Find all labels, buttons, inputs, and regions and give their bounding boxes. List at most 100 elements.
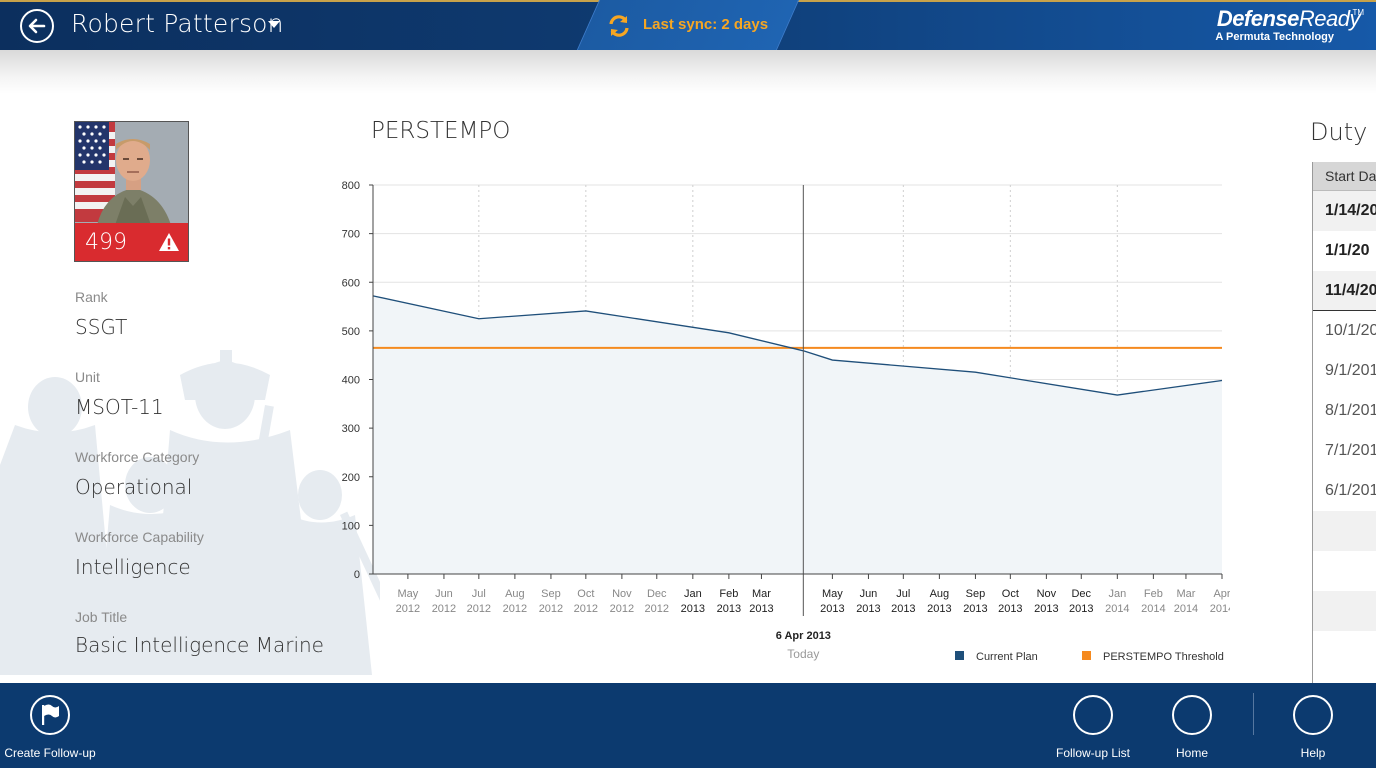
x-tick-month-label: Mar — [752, 588, 771, 600]
x-tick-month-label: Dec — [1071, 588, 1091, 600]
followup-list-icon — [1073, 695, 1113, 735]
x-tick-year-label: 2013 — [927, 603, 951, 615]
followup-list-button[interactable]: Follow-up List — [1043, 683, 1143, 768]
alert-score-bar: 499 — [75, 223, 188, 261]
home-icon — [1172, 695, 1212, 735]
back-arrow-icon — [28, 18, 46, 34]
rank-value: SSGT — [75, 315, 128, 339]
logo-brand-light: Ready — [1298, 6, 1361, 31]
chevron-down-icon[interactable] — [268, 21, 280, 28]
duty-row[interactable]: 7/1/201 — [1313, 431, 1376, 471]
app-window: Robert Patterson Last sync: 2 days Defen… — [0, 0, 1376, 768]
duty-row[interactable] — [1313, 511, 1376, 551]
x-tick-month-label: May — [397, 588, 418, 600]
sync-icon[interactable] — [606, 13, 632, 39]
x-tick-year-label: 2012 — [503, 603, 527, 615]
legend-label: Current Plan — [976, 651, 1038, 663]
unit-label: Unit — [75, 369, 100, 385]
header-shadow — [0, 50, 1376, 94]
flag-icon — [42, 704, 59, 725]
x-tick-year-label: 2013 — [1069, 603, 1093, 615]
x-tick-year-label: 2013 — [856, 603, 880, 615]
workforce-category-label: Workforce Category — [75, 449, 200, 465]
y-tick-label: 500 — [342, 326, 360, 338]
x-tick-year-label: 2013 — [998, 603, 1022, 615]
x-tick-year-label: 2012 — [610, 603, 634, 615]
bottom-app-bar: Create Follow-up Follow-up List Home Hel… — [0, 683, 1376, 768]
x-tick-month-label: Jun — [435, 588, 453, 600]
x-tick-year-label: 2013 — [963, 603, 987, 615]
chart-legend: Current Plan PERSTEMPO Threshold — [955, 651, 1224, 663]
help-button[interactable]: Help — [1263, 683, 1363, 768]
x-tick-year-label: 2013 — [681, 603, 705, 615]
create-followup-button[interactable]: Create Follow-up — [0, 683, 100, 768]
duty-row[interactable]: 11/4/20 — [1313, 271, 1376, 311]
followup-list-label: Follow-up List — [1055, 746, 1131, 760]
x-tick-month-label: Apr — [1213, 588, 1230, 600]
y-tick-label: 400 — [342, 375, 360, 387]
x-tick-year-label: 2012 — [645, 603, 669, 615]
duty-column-header-start-date[interactable]: Start Da — [1313, 162, 1376, 191]
x-tick-month-label: Jul — [472, 588, 486, 600]
today-label: Today — [787, 647, 819, 661]
brand-logo: DefenseReady — [1216, 6, 1361, 32]
duty-row[interactable]: 6/1/201 — [1313, 471, 1376, 511]
duty-row[interactable]: 9/1/201 — [1313, 351, 1376, 391]
x-tick-month-label: May — [822, 588, 843, 600]
y-tick-label: 300 — [342, 423, 360, 435]
rank-label: Rank — [75, 289, 108, 305]
duty-row[interactable]: 10/1/20 — [1313, 311, 1376, 351]
x-tick-year-label: 2012 — [574, 603, 598, 615]
x-tick-month-label: Oct — [577, 588, 594, 600]
last-sync-status[interactable]: Last sync: 2 days — [643, 16, 768, 33]
duty-rows: 1/14/20 1/1/20 11/4/20 10/1/20 9/1/201 8/1/20… — [1313, 191, 1376, 671]
chart-title: PERSTEMPO — [371, 118, 511, 144]
create-followup-circle — [30, 695, 70, 735]
duty-row[interactable] — [1313, 591, 1376, 631]
legend-label: PERSTEMPO Threshold — [1103, 651, 1224, 663]
x-tick-month-label: Jun — [860, 588, 878, 600]
x-tick-year-label: 2013 — [749, 603, 773, 615]
duty-schedule-table[interactable]: Start Da 1/14/20 1/1/20 11/4/20 10/1/20 9/1/… — [1312, 162, 1376, 683]
duty-schedule-title: Duty S — [1310, 118, 1376, 146]
x-tick-month-label: Aug — [505, 588, 525, 600]
x-tick-year-label: 2013 — [717, 603, 741, 615]
x-tick-month-label: Sep — [541, 588, 561, 600]
perstempo-chart[interactable]: 0 100 200 300 400 500 600 700 800 May 2012 Jun 2012 J… — [330, 170, 1230, 675]
profile-photo[interactable]: 499 — [74, 121, 189, 262]
x-tick-month-label: Feb — [1144, 588, 1163, 600]
x-tick-month-label: Oct — [1002, 588, 1019, 600]
y-tick-label: 700 — [342, 229, 360, 241]
duty-row[interactable] — [1313, 551, 1376, 591]
home-button[interactable]: Home — [1142, 683, 1242, 768]
warning-icon — [159, 233, 179, 251]
current-plan-area — [373, 295, 1222, 574]
logo-brand-bold: Defense — [1216, 6, 1300, 31]
x-tick-month-label: Dec — [647, 588, 667, 600]
x-tick-month-label: Sep — [966, 588, 986, 600]
job-title-value: Basic Intelligence Marine — [75, 633, 324, 657]
duty-row[interactable]: 1/14/20 — [1313, 191, 1376, 231]
app-bar-divider — [1253, 693, 1254, 735]
y-tick-label: 600 — [342, 277, 360, 289]
back-button[interactable] — [20, 9, 54, 43]
workforce-capability-label: Workforce Capability — [75, 529, 204, 545]
soldier-portrait-image — [75, 122, 188, 225]
duty-row[interactable] — [1313, 631, 1376, 671]
x-tick-month-label: Jan — [1108, 588, 1126, 600]
duty-row[interactable]: 1/1/20 — [1313, 231, 1376, 271]
x-tick-year-label: 2013 — [820, 603, 844, 615]
top-bar: Robert Patterson Last sync: 2 days Defen… — [0, 0, 1376, 50]
logo-subtitle: A Permuta Technology — [1215, 31, 1334, 43]
x-tick-year-label: 2013 — [891, 603, 915, 615]
duty-row[interactable]: 8/1/201 — [1313, 391, 1376, 431]
x-tick-month-label: Aug — [930, 588, 950, 600]
logo-trademark: TM — [1352, 8, 1364, 17]
x-tick-month-label: Nov — [612, 588, 632, 600]
person-name-title[interactable]: Robert Patterson — [71, 9, 284, 38]
y-tick-label: 0 — [354, 569, 360, 581]
workforce-category-value: Operational — [75, 475, 193, 499]
workforce-capability-value: Intelligence — [75, 555, 191, 579]
x-tick-year-label: 2014 — [1210, 603, 1230, 615]
x-tick-year-label: 2012 — [467, 603, 491, 615]
